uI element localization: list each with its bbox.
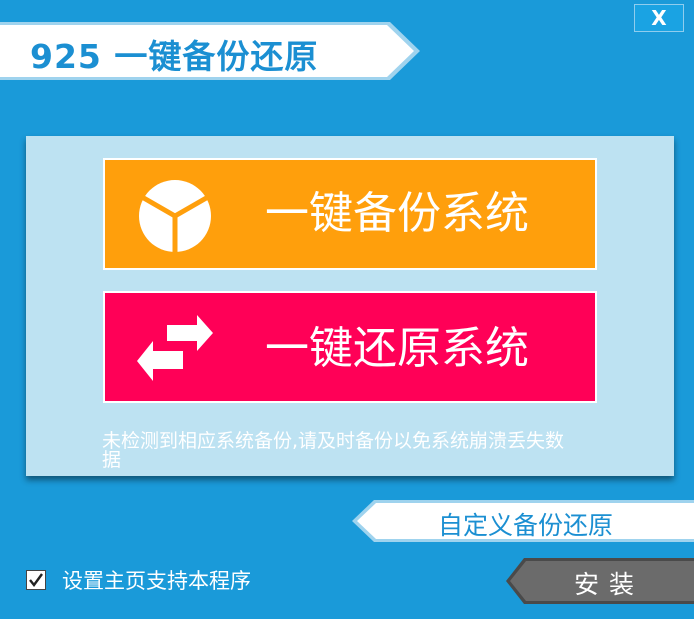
checkmark-icon [29,573,43,587]
restore-system-label: 一键还原系统 [265,323,529,374]
swap-arrows-icon [137,315,213,381]
backup-system-button[interactable]: 一键备份系统 [103,158,597,270]
restore-system-button[interactable]: 一键还原系统 [103,291,597,403]
title-ribbon: 925 一键备份还原 [0,22,422,80]
custom-backup-restore-label: 自定义备份还原 [438,511,614,540]
homepage-checkbox-row: 设置主页支持本程序 [26,566,251,594]
custom-backup-restore-button[interactable]: 自定义备份还原 [352,500,694,542]
homepage-checkbox[interactable] [26,570,46,590]
backup-system-label: 一键备份系统 [265,188,529,239]
app-title: 925 一键备份还原 [30,37,319,76]
close-icon: X [651,6,667,30]
install-label: 安装 [574,570,645,599]
installer-window: X 925 一键备份还原 一键备份系统 一键还原系统 未检测到相应系统备份,请及… [0,0,694,619]
homepage-checkbox-label: 设置主页支持本程序 [62,569,251,593]
pie-segment-icon [139,180,211,254]
close-button[interactable]: X [634,4,684,32]
main-panel: 一键备份系统 一键还原系统 未检测到相应系统备份,请及时备份以免系统崩溃丢失数据 [26,136,674,476]
install-button[interactable]: 安装 [506,558,694,604]
backup-notice: 未检测到相应系统备份,请及时备份以免系统崩溃丢失数据 [102,430,565,471]
